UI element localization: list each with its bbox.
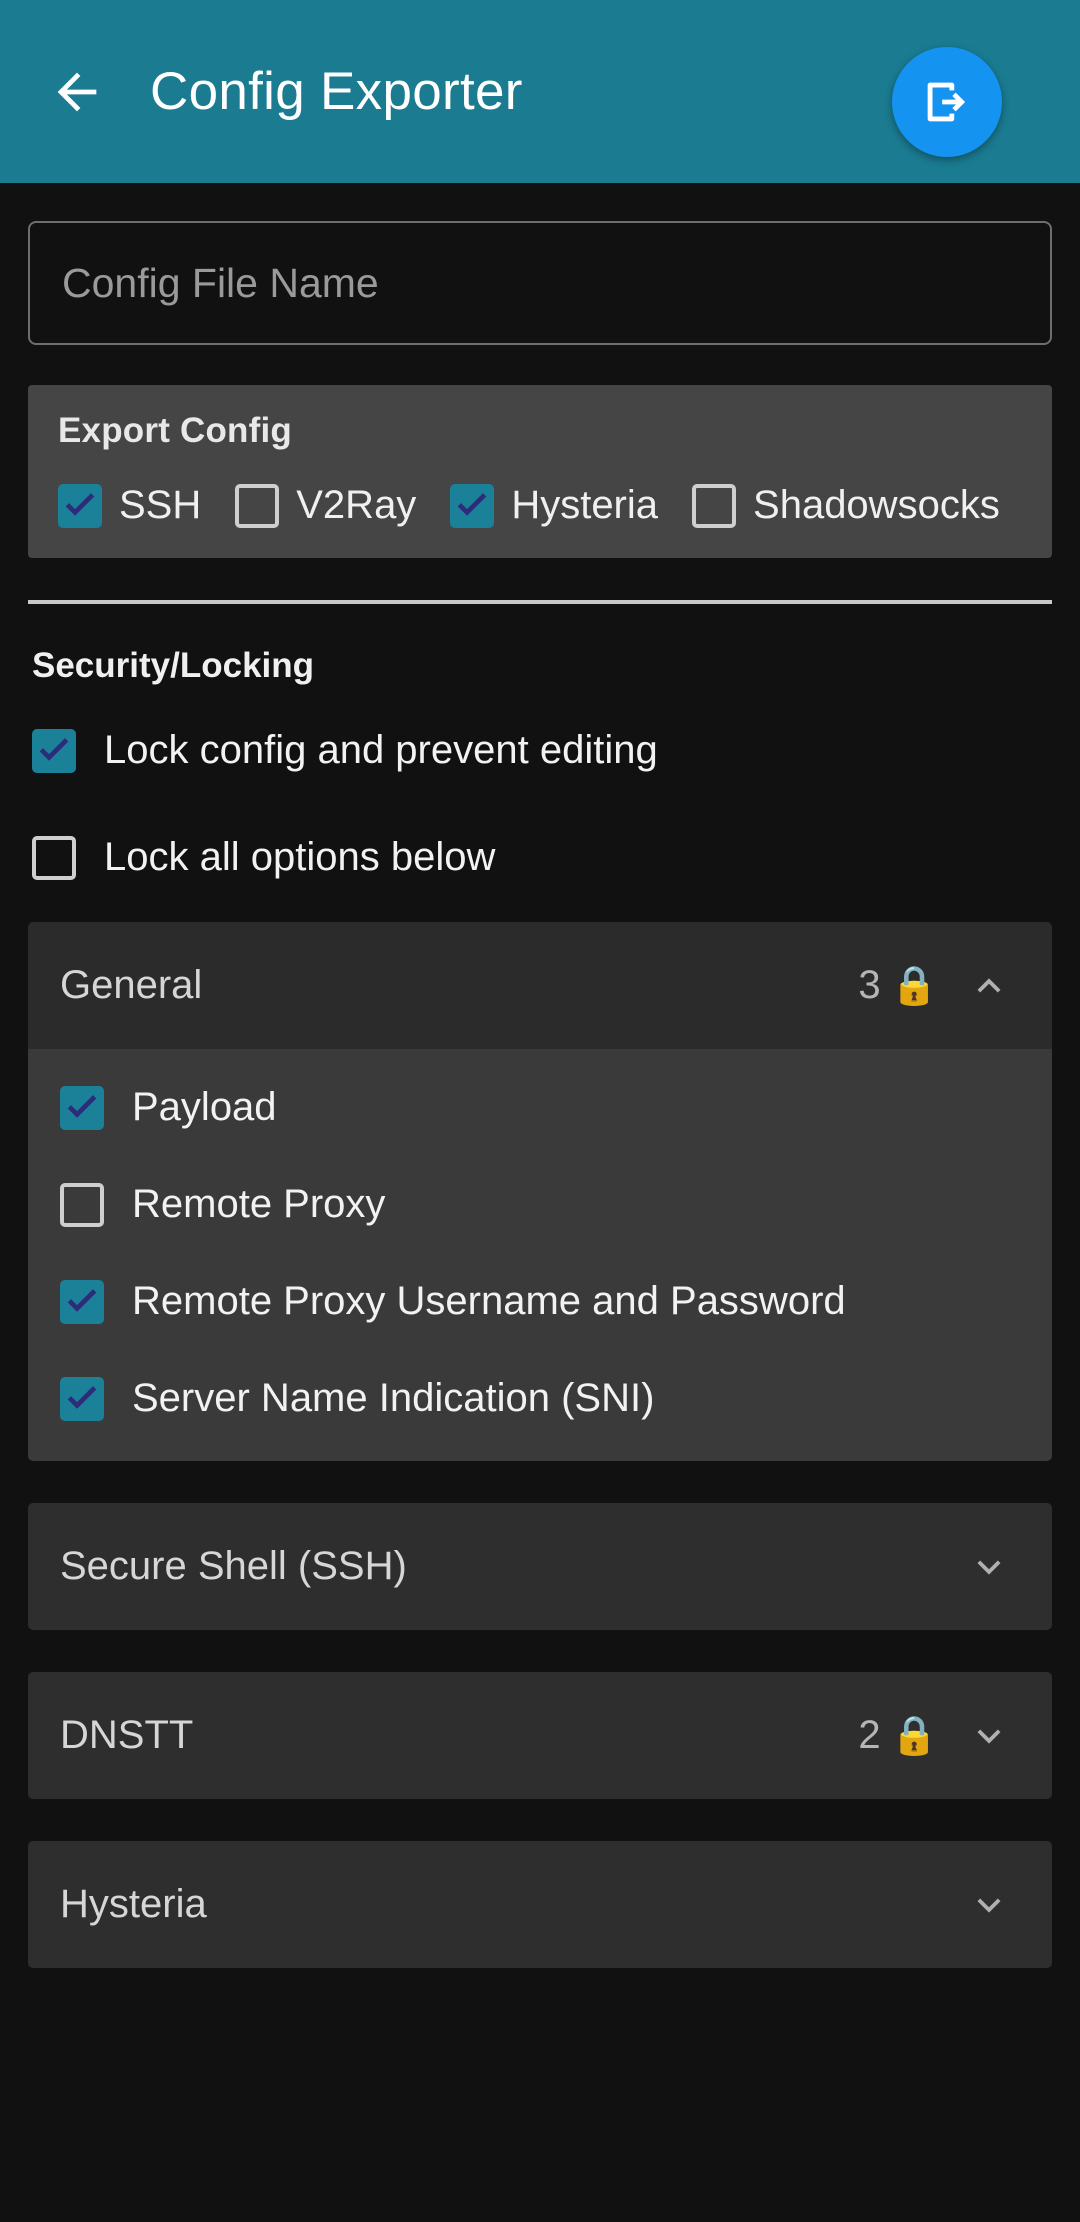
checkbox-remote-proxy-credentials[interactable]	[60, 1280, 104, 1324]
back-arrow-icon[interactable]	[48, 63, 106, 121]
general-option-label: Server Name Indication (SNI)	[132, 1376, 654, 1421]
chevron-down-icon[interactable]	[966, 1882, 1012, 1928]
export-option-label: SSH	[119, 483, 201, 528]
checkbox-hysteria[interactable]	[450, 484, 494, 528]
export-icon	[918, 73, 976, 131]
export-option-hysteria[interactable]: Hysteria	[450, 483, 658, 528]
panel-secure-shell-header[interactable]: Secure Shell (SSH)	[28, 1503, 1052, 1630]
chevron-up-icon[interactable]	[966, 963, 1012, 1009]
panel-dnstt-count: 2	[858, 1713, 880, 1758]
config-file-name-field[interactable]	[28, 221, 1052, 345]
general-option-remote-proxy[interactable]: Remote Proxy	[28, 1182, 1052, 1227]
panel-dnstt-title: DNSTT	[60, 1713, 858, 1758]
security-option-lock-config[interactable]: Lock config and prevent editing	[32, 728, 1052, 773]
panel-hysteria: Hysteria	[28, 1841, 1052, 1968]
app-bar: Config Exporter	[0, 0, 1080, 183]
export-option-label: Shadowsocks	[753, 483, 1000, 528]
general-option-sni[interactable]: Server Name Indication (SNI)	[28, 1376, 1052, 1421]
panel-general-count: 3	[858, 963, 880, 1008]
export-fab-button[interactable]	[892, 47, 1002, 157]
page-title: Config Exporter	[150, 61, 523, 122]
export-config-card: Export Config SSH V2Ray Hysteria S	[28, 385, 1052, 558]
panel-dnstt: DNSTT 2 🔒	[28, 1672, 1052, 1799]
checkbox-lock-config[interactable]	[32, 729, 76, 773]
section-divider	[28, 600, 1052, 604]
chevron-down-icon[interactable]	[966, 1713, 1012, 1759]
checkbox-remote-proxy[interactable]	[60, 1183, 104, 1227]
panel-general-title: General	[60, 963, 858, 1008]
lock-icon: 🔒	[891, 967, 938, 1005]
general-option-label: Remote Proxy	[132, 1182, 385, 1227]
security-option-label: Lock config and prevent editing	[104, 728, 658, 773]
security-option-label: Lock all options below	[104, 835, 495, 880]
export-config-options: SSH V2Ray Hysteria Shadowsocks	[58, 483, 1022, 528]
panel-hysteria-header[interactable]: Hysteria	[28, 1841, 1052, 1968]
content-area: Export Config SSH V2Ray Hysteria S	[0, 221, 1080, 1968]
export-option-ssh[interactable]: SSH	[58, 483, 201, 528]
export-option-shadowsocks[interactable]: Shadowsocks	[692, 483, 1000, 528]
panel-dnstt-header[interactable]: DNSTT 2 🔒	[28, 1672, 1052, 1799]
checkbox-v2ray[interactable]	[235, 484, 279, 528]
chevron-down-icon[interactable]	[966, 1544, 1012, 1590]
general-option-label: Payload	[132, 1085, 277, 1130]
checkbox-lock-all-options[interactable]	[32, 836, 76, 880]
lock-icon: 🔒	[891, 1717, 938, 1755]
config-file-name-input[interactable]	[62, 260, 1018, 307]
checkbox-ssh[interactable]	[58, 484, 102, 528]
export-option-v2ray[interactable]: V2Ray	[235, 483, 416, 528]
panel-general-body: Payload Remote Proxy Remote Proxy Userna…	[28, 1049, 1052, 1461]
general-option-payload[interactable]: Payload	[28, 1085, 1052, 1130]
security-option-lock-all[interactable]: Lock all options below	[32, 835, 1052, 880]
security-section-title: Security/Locking	[32, 646, 1052, 686]
general-option-remote-proxy-credentials[interactable]: Remote Proxy Username and Password	[28, 1279, 1052, 1324]
export-option-label: Hysteria	[511, 483, 658, 528]
checkbox-sni[interactable]	[60, 1377, 104, 1421]
export-option-label: V2Ray	[296, 483, 416, 528]
panel-general-header[interactable]: General 3 🔒	[28, 922, 1052, 1049]
checkbox-payload[interactable]	[60, 1086, 104, 1130]
panel-secure-shell: Secure Shell (SSH)	[28, 1503, 1052, 1630]
general-option-label: Remote Proxy Username and Password	[132, 1279, 846, 1324]
panel-general: General 3 🔒 Payload Remote Proxy	[28, 922, 1052, 1461]
export-config-title: Export Config	[58, 411, 1022, 451]
panel-secure-shell-title: Secure Shell (SSH)	[60, 1544, 928, 1589]
panel-hysteria-title: Hysteria	[60, 1882, 928, 1927]
checkbox-shadowsocks[interactable]	[692, 484, 736, 528]
